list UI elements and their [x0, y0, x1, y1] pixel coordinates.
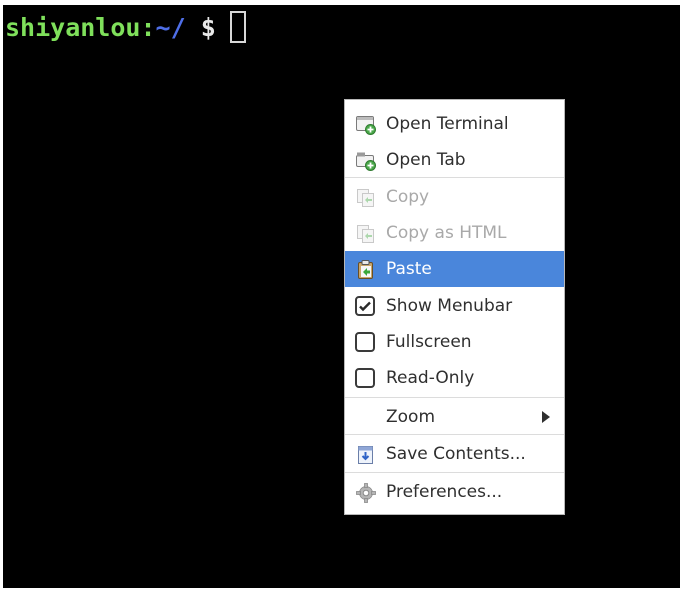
- read-only-checkbox[interactable]: [355, 368, 375, 388]
- show-menubar-checkbox[interactable]: [355, 296, 375, 316]
- text-cursor: [229, 11, 246, 43]
- menu-separator: [345, 472, 564, 473]
- menu-separator: [345, 434, 564, 435]
- menu-item-paste[interactable]: Paste: [345, 251, 564, 287]
- menu-item-fullscreen[interactable]: Fullscreen: [345, 324, 564, 360]
- paste-icon: [358, 260, 373, 279]
- menu-item-label: Read-Only: [386, 368, 475, 388]
- context-menu: Open Terminal Open Tab Copy Copy as HTML: [344, 99, 565, 515]
- copy-html-icon: [357, 225, 374, 243]
- tab-add-icon: [356, 152, 376, 171]
- gear-icon: [356, 483, 376, 503]
- menu-item-label: Show Menubar: [386, 296, 513, 316]
- menu-item-label: Fullscreen: [386, 332, 472, 352]
- menu-separator: [345, 397, 564, 398]
- menu-item-label: Open Tab: [386, 150, 466, 170]
- copy-icon: [357, 189, 374, 207]
- submenu-arrow-icon: [542, 411, 550, 423]
- menu-item-save-contents[interactable]: Save Contents...: [345, 436, 564, 472]
- terminal-area[interactable]: shiyanlou: ~/ $: [3, 5, 680, 588]
- prompt-user: shiyanlou: [5, 12, 141, 42]
- menu-item-label: Paste: [386, 259, 432, 279]
- menu-item-label: Open Terminal: [386, 114, 509, 134]
- menu-item-preferences[interactable]: Preferences...: [345, 474, 564, 510]
- terminal-add-icon: [356, 116, 376, 135]
- menu-item-open-tab[interactable]: Open Tab: [345, 142, 564, 178]
- menu-item-zoom[interactable]: Zoom: [345, 399, 564, 435]
- menu-item-copy[interactable]: Copy: [345, 179, 564, 215]
- checkmark-icon: [359, 301, 371, 312]
- fullscreen-checkbox[interactable]: [355, 332, 375, 352]
- save-icon: [358, 446, 373, 464]
- menu-item-label: Copy as HTML: [386, 223, 507, 243]
- menu-item-read-only[interactable]: Read-Only: [345, 360, 564, 396]
- menu-item-open-terminal[interactable]: Open Terminal: [345, 106, 564, 142]
- menu-item-copy-as-html[interactable]: Copy as HTML: [345, 215, 564, 251]
- shell-prompt: shiyanlou: ~/ $: [5, 9, 246, 45]
- menu-item-label: Save Contents...: [386, 444, 526, 464]
- menu-item-label: Zoom: [386, 407, 436, 427]
- prompt-symbol: $: [185, 12, 216, 42]
- prompt-path: ~/: [155, 12, 186, 42]
- menu-item-show-menubar[interactable]: Show Menubar: [345, 288, 564, 324]
- menu-item-label: Copy: [386, 187, 430, 207]
- menu-item-label: Preferences...: [386, 482, 503, 502]
- menu-separator: [345, 177, 564, 178]
- prompt-separator: :: [140, 12, 156, 42]
